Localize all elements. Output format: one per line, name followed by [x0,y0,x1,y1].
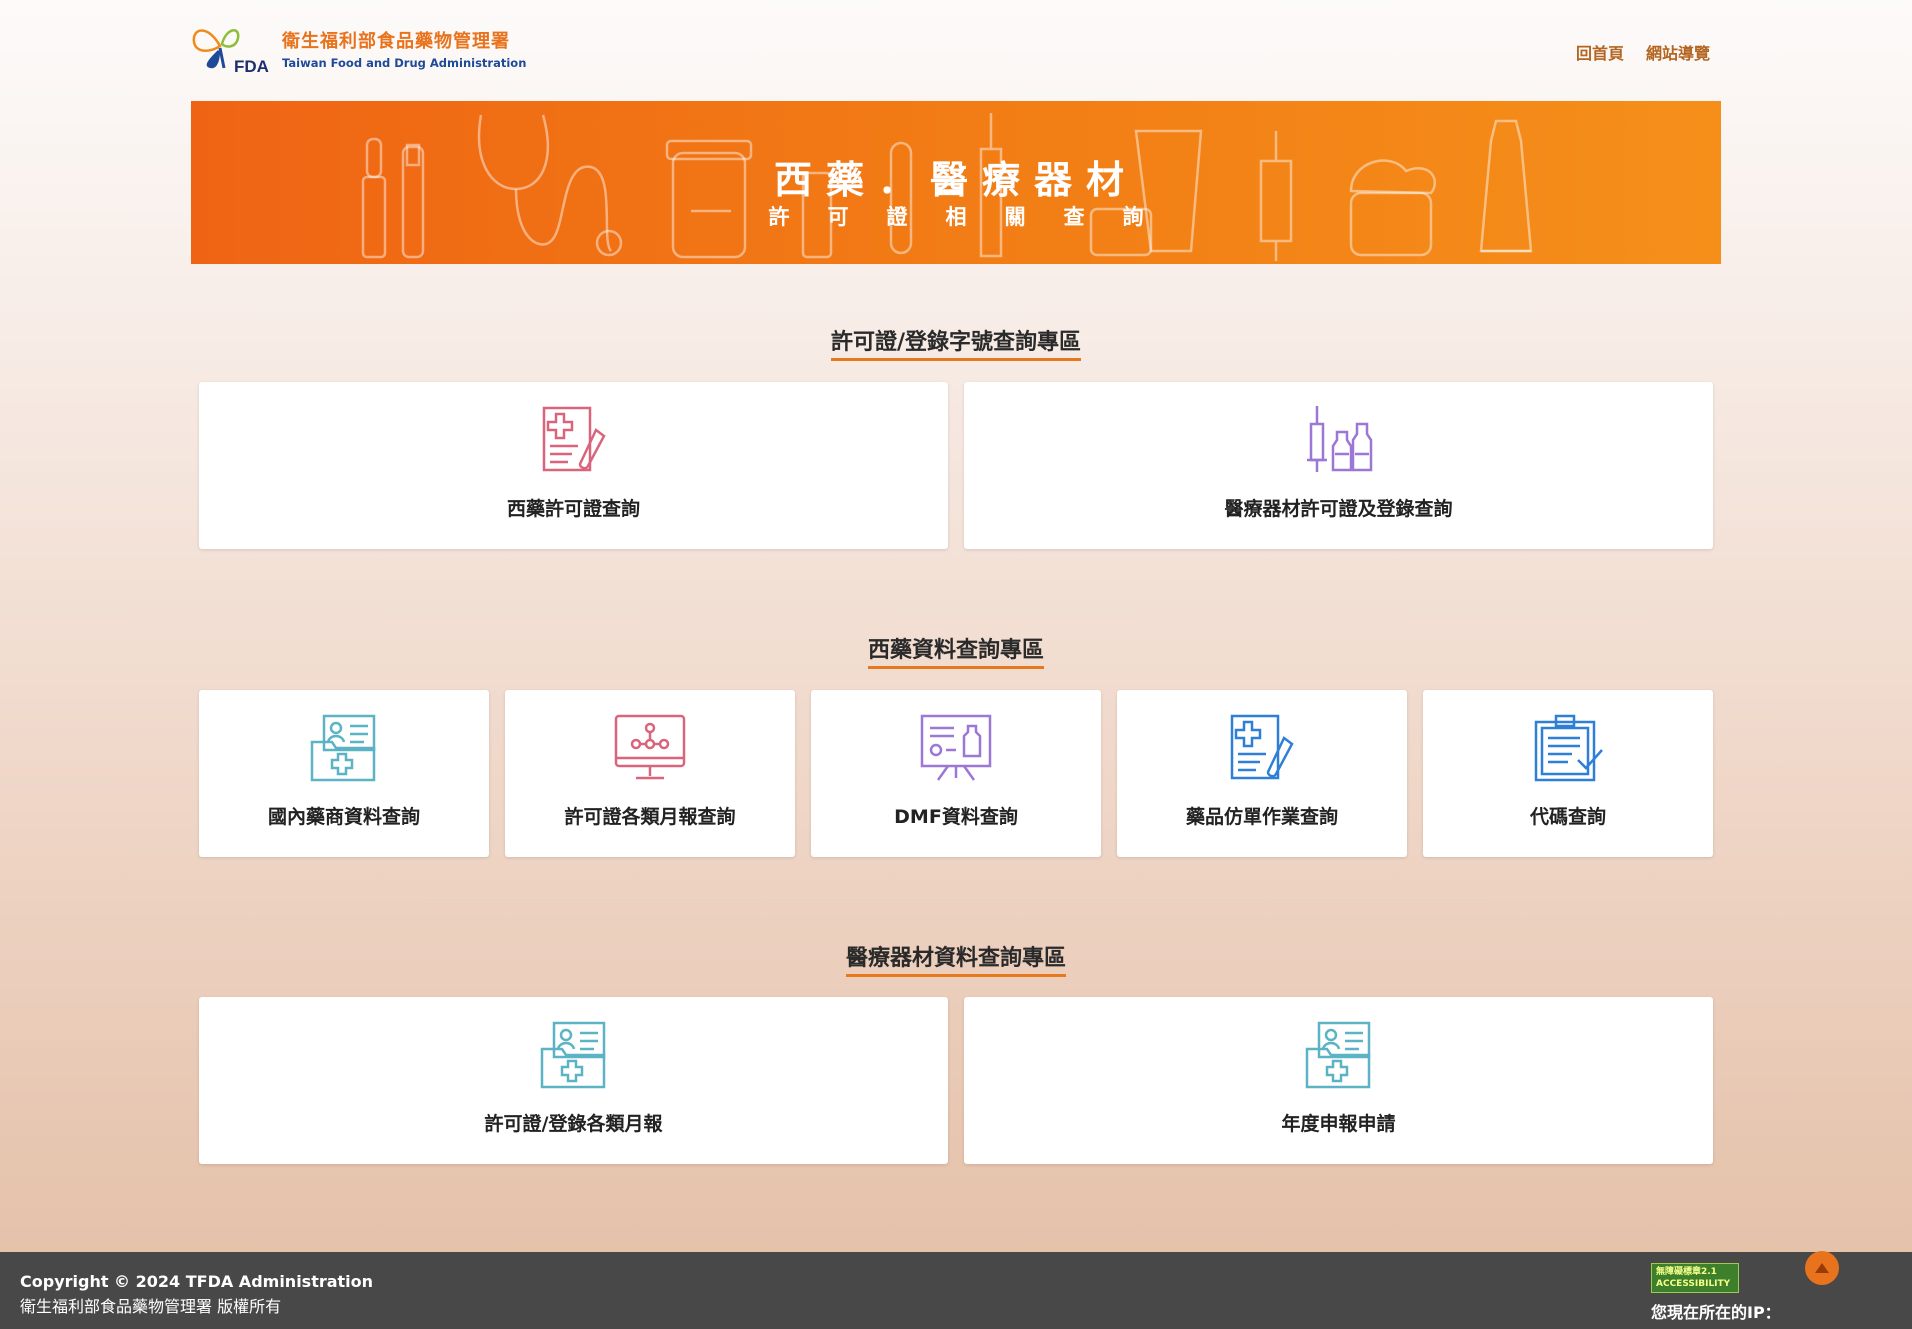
logo-english-name: Taiwan Food and Drug Administration [282,55,527,70]
top-nav: 回首頁 網站導覽 [1576,40,1710,64]
section-title-drug-data: 西藥資料查詢專區 [0,632,1912,669]
site-header: FDA 衛生福利部食品藥物管理署 Taiwan Food and Drug Ad… [190,18,1720,80]
card-label: 年度申報申請 [1281,1113,1396,1135]
back-to-top-button[interactable] [1805,1251,1839,1285]
ip-label: 您現在所在的IP： [1651,1303,1781,1322]
site-footer: Copyright © 2024 TFDA Administration 衛生福… [0,1252,1912,1329]
section-title-device-data: 醫療器材資料查詢專區 [0,940,1912,977]
card-label: 藥品仿單作業查詢 [1185,806,1338,828]
sitemap-link[interactable]: 網站導覽 [1646,40,1710,64]
presentation-board-icon [920,714,992,781]
fda-butterfly-logo-icon: FDA [192,29,269,76]
logo-chinese-name: 衛生福利部食品藥物管理署 [282,30,510,52]
card-dmf-data-query[interactable]: DMF資料查詢 [811,690,1101,857]
clipboard-check-icon [1534,714,1603,782]
medical-folder-icon [310,714,376,782]
card-annual-report-application[interactable]: 年度申報申請 [964,997,1713,1164]
syringe-vials-icon [1306,406,1372,472]
banner-title: 西藥．醫療器材 [773,158,1138,202]
medical-folder-icon [540,1021,605,1089]
svg-text:FDA: FDA [234,57,269,76]
card-monthly-report-query[interactable]: 許可證各類月報查詢 [505,690,795,857]
rights-text: 衛生福利部食品藥物管理署 版權所有 [20,1297,282,1316]
card-device-monthly-report[interactable]: 許可證/登錄各類月報 [199,997,948,1164]
site-logo[interactable]: FDA 衛生福利部食品藥物管理署 Taiwan Food and Drug Ad… [190,18,526,78]
home-link[interactable]: 回首頁 [1576,40,1624,64]
hero-banner: 西藥．醫療器材 許可證相關查詢 [191,101,1721,264]
medical-folder-icon [1305,1021,1370,1089]
card-code-query[interactable]: 代碼查詢 [1423,690,1713,857]
banner-subtitle: 許可證相關查詢 [768,205,1182,229]
document-testtube-icon [1230,714,1294,780]
caret-up-icon [1815,1263,1829,1273]
card-label: 代碼查詢 [1529,806,1606,828]
copyright-text: Copyright © 2024 TFDA Administration [20,1272,374,1291]
monitor-molecule-icon [614,714,686,780]
card-label: 許可證/登錄各類月報 [484,1113,663,1135]
section-divider [421,897,1491,898]
card-label: 西藥許可證查詢 [506,498,640,520]
accessibility-badge[interactable]: 無障礙標章2.1 ACCESSIBILITY [1651,1263,1739,1293]
card-label: 國內藥商資料查詢 [267,806,420,828]
section-title-license: 許可證/登錄字號查詢專區 [0,324,1912,361]
card-pharmacy-data-query[interactable]: 國內藥商資料查詢 [199,690,489,857]
card-label: 醫療器材許可證及登錄查詢 [1224,498,1453,520]
card-label: DMF資料查詢 [894,806,1018,828]
card-device-license-query[interactable]: 醫療器材許可證及登錄查詢 [964,382,1713,549]
card-drug-leaflet-query[interactable]: 藥品仿單作業查詢 [1117,690,1407,857]
card-label: 許可證各類月報查詢 [564,806,736,828]
card-drug-license-query[interactable]: 西藥許可證查詢 [199,382,948,549]
document-testtube-icon [542,406,606,472]
